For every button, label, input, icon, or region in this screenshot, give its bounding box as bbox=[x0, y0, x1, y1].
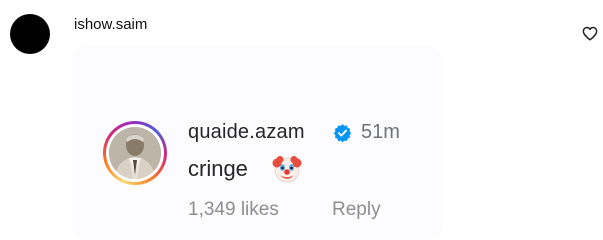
comment-text: cringe bbox=[188, 156, 248, 181]
story-ring[interactable] bbox=[103, 121, 167, 185]
commenter-username[interactable]: ishow.saim bbox=[74, 16, 147, 33]
like-count[interactable]: 1,349 likes bbox=[188, 199, 279, 221]
timestamp: 51m bbox=[361, 121, 400, 143]
embedded-username[interactable]: quaide.azam bbox=[188, 121, 305, 144]
verified-badge-icon bbox=[333, 124, 352, 142]
profile-photo bbox=[109, 127, 161, 179]
heart-icon[interactable] bbox=[582, 26, 598, 41]
reply-button[interactable]: Reply bbox=[332, 199, 381, 221]
commenter-avatar[interactable] bbox=[10, 14, 50, 54]
clown-face-icon bbox=[272, 156, 302, 183]
